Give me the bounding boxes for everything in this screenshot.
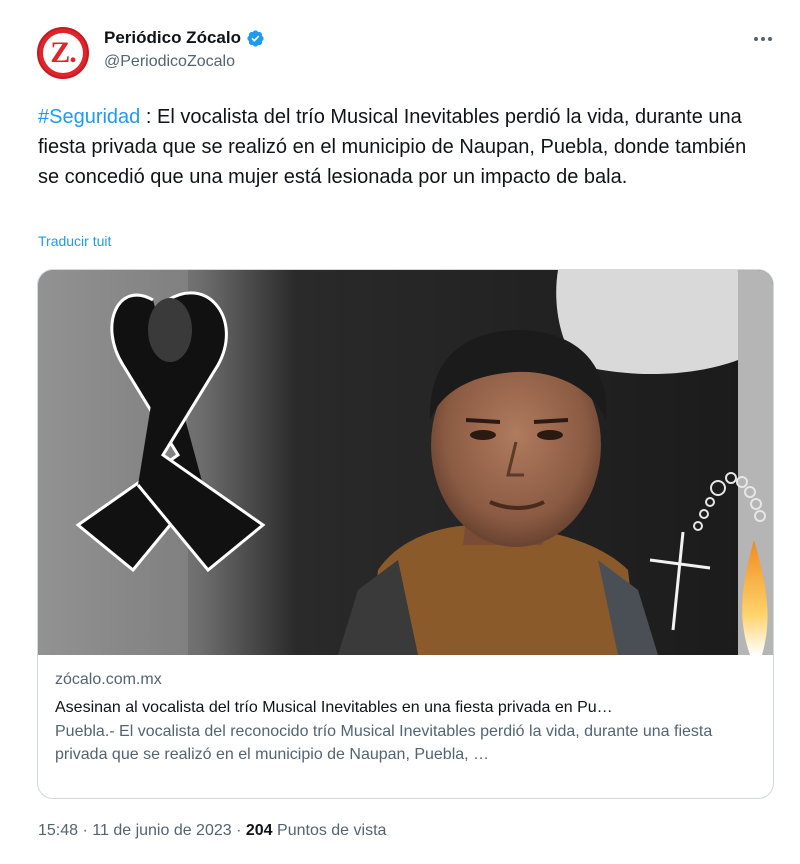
tweet-timestamp: 15:48 · 11 de junio de 2023 · 204 Puntos… [38,822,386,840]
author-name-row: Periódico Zócalo [104,28,265,48]
separator: · [78,822,93,839]
more-options-icon[interactable] [748,30,778,48]
card-image[interactable] [38,270,773,655]
card-description: Puebla.- El vocalista del reconocido trí… [55,723,713,763]
tweet-body: : El vocalista del trío Musical Inevitab… [38,106,747,188]
card-title: Asesinan al vocalista del trío Musical I… [55,699,613,716]
card-image-illustration [38,270,773,655]
author-handle[interactable]: @PeriodicoZocalo [104,53,265,71]
tweet-date[interactable]: 11 de junio de 2023 [92,822,231,839]
tweet: Z. Periódico Zócalo @PeriodicoZocalo #Se… [0,0,800,864]
translate-tweet-link[interactable]: Traducir tuit [38,233,111,249]
hashtag-link[interactable]: #Seguridad [38,106,140,128]
views-count: 204 [245,822,273,839]
avatar-logo-text: Z. [50,36,76,69]
avatar[interactable]: Z. [37,27,89,79]
separator: · [231,822,246,839]
author-block: Periódico Zócalo @PeriodicoZocalo [104,28,265,71]
views-label: Puntos de vista [272,822,387,839]
card-meta: zócalo.com.mx Asesinan al vocalista del … [38,655,773,780]
avatar-logo: Z. [43,33,83,73]
verified-badge-icon [246,29,265,48]
link-card[interactable]: zócalo.com.mx Asesinan al vocalista del … [37,269,774,799]
tweet-text: #Seguridad : El vocalista del trío Music… [38,102,768,192]
author-display-name[interactable]: Periódico Zócalo [104,28,241,48]
card-domain: zócalo.com.mx [55,671,162,688]
tweet-time[interactable]: 15:48 [38,822,78,839]
